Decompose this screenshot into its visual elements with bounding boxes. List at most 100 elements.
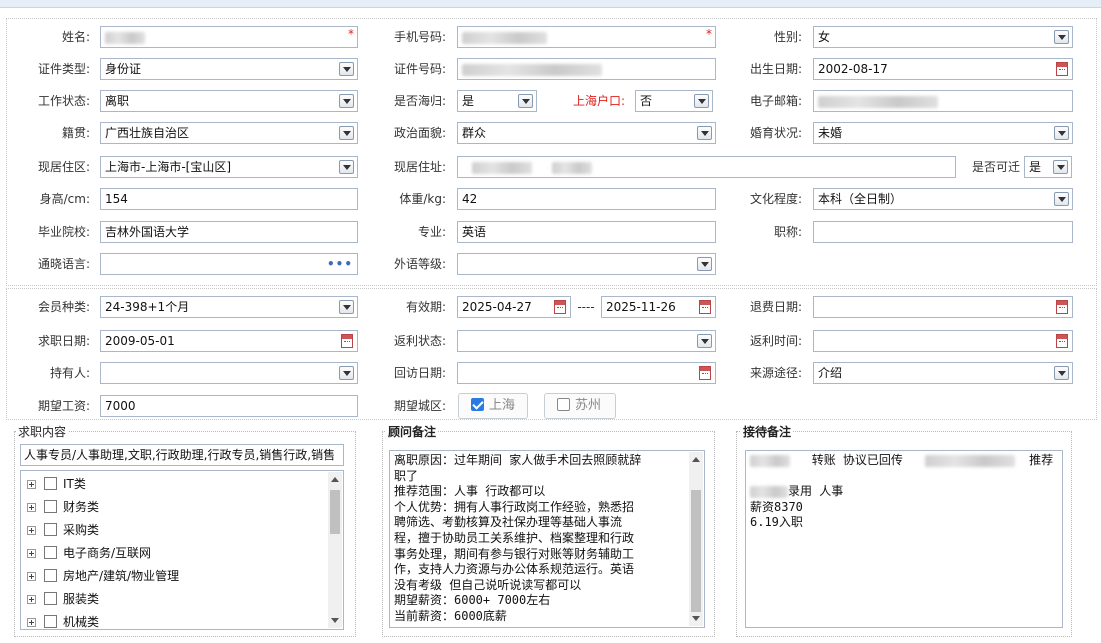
gender-select[interactable]: 女 bbox=[813, 26, 1073, 48]
calendar-icon[interactable] bbox=[699, 300, 711, 314]
calendar-icon[interactable] bbox=[699, 366, 711, 380]
height-input[interactable]: 154 bbox=[100, 188, 358, 210]
reception-notes-textarea[interactable]: 转账 协议已回传 推荐 录用 人事 薪资8370 6.19入职 bbox=[745, 450, 1063, 628]
birth-date-input[interactable]: 2002-08-17 bbox=[813, 58, 1073, 80]
native-select[interactable]: 广西壮族自治区 bbox=[100, 122, 358, 144]
political-select[interactable]: 群众 bbox=[457, 122, 716, 144]
expand-icon[interactable] bbox=[27, 480, 36, 489]
tree-item[interactable]: 服装类 bbox=[21, 588, 343, 611]
major-input[interactable]: 英语 bbox=[457, 221, 716, 243]
tree-item[interactable]: 采购类 bbox=[21, 519, 343, 542]
checkbox-empty-icon[interactable] bbox=[44, 546, 57, 559]
scroll-up-icon[interactable] bbox=[331, 477, 339, 482]
height-label: 身高/cm: bbox=[39, 192, 90, 206]
scroll-down-icon[interactable] bbox=[331, 618, 339, 623]
advisor-note-line: 期望薪资：6000+ 7000左右 bbox=[394, 593, 551, 608]
tree-item[interactable]: 财务类 bbox=[21, 496, 343, 519]
calendar-icon[interactable] bbox=[1056, 334, 1068, 348]
valid-to-input[interactable]: 2025-11-26 bbox=[601, 296, 716, 318]
salary-input[interactable]: 7000 bbox=[100, 395, 358, 417]
workstatus-select[interactable]: 离职 bbox=[100, 90, 358, 112]
notes-scrollbar[interactable] bbox=[689, 452, 703, 626]
phone-input[interactable]: * bbox=[457, 26, 716, 48]
tree-item[interactable]: 房地产/建筑/物业管理 bbox=[21, 565, 343, 588]
chevron-down-icon[interactable] bbox=[1054, 366, 1069, 380]
edu-select[interactable]: 本科（全日制） bbox=[813, 188, 1073, 210]
holder-select[interactable] bbox=[100, 362, 358, 384]
curaddr-input[interactable] bbox=[457, 156, 956, 178]
checkbox-empty-icon[interactable] bbox=[44, 592, 57, 605]
city-shanghai-checkbox[interactable]: 上海 bbox=[458, 393, 528, 419]
chevron-down-icon[interactable] bbox=[339, 366, 354, 380]
expand-icon[interactable] bbox=[27, 595, 36, 604]
chevron-down-icon[interactable] bbox=[339, 300, 354, 314]
chevron-down-icon[interactable] bbox=[1053, 160, 1068, 174]
tree-item[interactable]: 电子商务/互联网 bbox=[21, 542, 343, 565]
expand-icon[interactable] bbox=[27, 572, 36, 581]
tree-item-label: 财务类 bbox=[63, 500, 100, 514]
chevron-down-icon[interactable] bbox=[697, 257, 712, 271]
advisor-notes-textarea[interactable]: 离职原因：过年期间 家人做手术回去照顾就辞 职了 推荐范围：人事 行政都可以 个人优势… bbox=[389, 450, 705, 628]
name-input[interactable]: * bbox=[100, 26, 358, 48]
chevron-down-icon[interactable] bbox=[697, 334, 712, 348]
chevron-down-icon[interactable] bbox=[339, 62, 354, 76]
city-suzhou-checkbox[interactable]: 苏州 bbox=[544, 393, 616, 419]
chevron-down-icon[interactable] bbox=[518, 94, 533, 108]
checkbox-empty-icon[interactable] bbox=[44, 615, 57, 628]
chevron-down-icon[interactable] bbox=[339, 126, 354, 140]
rebatetime-input[interactable] bbox=[813, 330, 1073, 352]
email-input[interactable] bbox=[813, 90, 1073, 112]
scroll-thumb[interactable] bbox=[330, 490, 340, 534]
overseas-select[interactable]: 是 bbox=[457, 90, 537, 112]
scroll-thumb[interactable] bbox=[691, 490, 701, 612]
chevron-down-icon[interactable] bbox=[697, 126, 712, 140]
gender-value: 女 bbox=[818, 30, 831, 44]
title-input[interactable] bbox=[813, 221, 1073, 243]
weight-input[interactable]: 42 bbox=[457, 188, 716, 210]
lang-picker[interactable]: ••• bbox=[100, 253, 358, 275]
expand-icon[interactable] bbox=[27, 618, 36, 627]
jobdate-input[interactable]: 2009-05-01 bbox=[100, 330, 358, 352]
idno-input[interactable] bbox=[457, 58, 716, 80]
checkbox-empty-icon[interactable] bbox=[44, 523, 57, 536]
calendar-icon[interactable] bbox=[554, 300, 566, 314]
expand-icon[interactable] bbox=[27, 503, 36, 512]
refund-date-input[interactable] bbox=[813, 296, 1073, 318]
scroll-down-icon[interactable] bbox=[692, 616, 700, 621]
source-select[interactable]: 介绍 bbox=[813, 362, 1073, 384]
expand-icon[interactable] bbox=[27, 526, 36, 535]
valid-from-input[interactable]: 2025-04-27 bbox=[457, 296, 571, 318]
chevron-down-icon[interactable] bbox=[1054, 192, 1069, 206]
foreign-select[interactable] bbox=[457, 253, 716, 275]
idtype-select[interactable]: 身份证 bbox=[100, 58, 358, 80]
chevron-down-icon[interactable] bbox=[1054, 126, 1069, 140]
job-summary-input[interactable]: 人事专员/人事助理,文职,行政助理,行政专员,销售行政,销售 bbox=[20, 444, 344, 466]
calendar-icon[interactable] bbox=[341, 334, 353, 348]
calendar-icon[interactable] bbox=[1056, 300, 1068, 314]
expand-icon[interactable] bbox=[27, 549, 36, 558]
advisor-notes-title: 顾问备注 bbox=[386, 423, 439, 440]
scroll-up-icon[interactable] bbox=[692, 457, 700, 462]
marital-select[interactable]: 未婚 bbox=[813, 122, 1073, 144]
member-type-select[interactable]: 24-398+1个月 bbox=[100, 296, 358, 318]
shhukou-select[interactable]: 否 bbox=[635, 90, 713, 112]
visit-date-input[interactable] bbox=[457, 362, 716, 384]
checkbox-empty-icon[interactable] bbox=[44, 569, 57, 582]
calendar-icon[interactable] bbox=[1056, 62, 1068, 76]
tree-item[interactable]: IT类 bbox=[21, 473, 343, 496]
curres-picker[interactable]: 上海市-上海市-[宝山区] bbox=[100, 156, 358, 178]
checkbox-empty-icon[interactable] bbox=[44, 500, 57, 513]
more-icon[interactable]: ••• bbox=[327, 254, 353, 274]
chevron-down-icon[interactable] bbox=[694, 94, 709, 108]
relocate-select[interactable]: 是 bbox=[1024, 156, 1072, 178]
chevron-down-icon[interactable] bbox=[1054, 30, 1069, 44]
tree-item[interactable]: 机械类 bbox=[21, 611, 343, 629]
chevron-down-icon[interactable] bbox=[339, 94, 354, 108]
school-input[interactable]: 吉林外国语大学 bbox=[100, 221, 358, 243]
marital-label: 婚育状况: bbox=[749, 126, 802, 140]
chevron-down-icon[interactable] bbox=[339, 160, 354, 174]
rebate-select[interactable] bbox=[457, 330, 716, 352]
job-category-tree[interactable]: IT类财务类采购类 电子商务/互联网 房地产/建筑/物业管理 服装类 机械类 bbox=[20, 470, 344, 630]
checkbox-empty-icon[interactable] bbox=[44, 477, 57, 490]
tree-scrollbar[interactable] bbox=[328, 472, 342, 628]
